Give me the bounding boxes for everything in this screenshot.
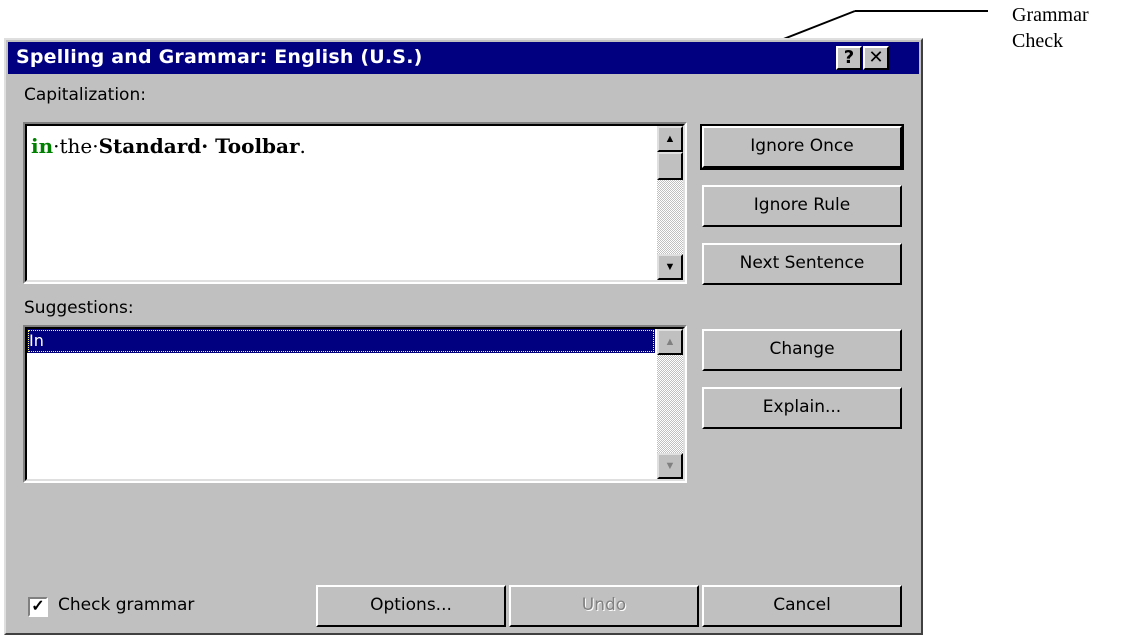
next-sentence-button[interactable]: Next Sentence	[702, 243, 902, 285]
suggestion-item[interactable]: In	[27, 329, 655, 353]
check-grammar-checkbox[interactable]: ✓	[28, 597, 48, 617]
close-button[interactable]: ✕	[863, 46, 889, 70]
help-icon: ?	[843, 47, 855, 68]
annotation-line-2: Check	[1012, 30, 1064, 52]
suggestions-label: Suggestions:	[24, 298, 134, 318]
suggestions-scroll-down-button[interactable]: ▼	[657, 453, 683, 479]
sentence-middle: ·the·	[53, 134, 99, 158]
spelling-grammar-dialog: Spelling and Grammar: English (U.S.) ? ✕…	[4, 38, 923, 635]
sentence-text: in·the·Standard· Toolbar.	[31, 134, 306, 158]
cancel-button[interactable]: Cancel	[702, 585, 902, 627]
scroll-down-icon: ▼	[664, 460, 676, 472]
undo-button[interactable]: Undo	[509, 585, 699, 627]
dialog-title: Spelling and Grammar: English (U.S.)	[16, 46, 423, 68]
suggestions-list[interactable]: In ▲ ▼	[23, 325, 687, 483]
issue-label: Capitalization:	[24, 85, 146, 105]
sentence-box[interactable]: in·the·Standard· Toolbar. ▲ ▼	[23, 122, 687, 284]
sentence-bold: Standard· Toolbar	[98, 134, 300, 158]
error-word: in	[31, 134, 54, 158]
ignore-once-button[interactable]: Ignore Once	[700, 124, 904, 170]
scroll-up-button[interactable]: ▲	[657, 126, 683, 152]
explain-button[interactable]: Explain...	[702, 387, 902, 429]
annotation-label: Grammar Check	[1012, 2, 1089, 54]
close-icon: ✕	[868, 47, 884, 68]
options-button[interactable]: Options...	[316, 585, 506, 627]
help-button[interactable]: ?	[836, 46, 862, 70]
scroll-thumb[interactable]	[657, 152, 683, 180]
suggestions-scroll-up-button[interactable]: ▲	[657, 329, 683, 355]
ignore-rule-button[interactable]: Ignore Rule	[702, 185, 902, 227]
title-bar[interactable]: Spelling and Grammar: English (U.S.) ? ✕	[8, 42, 919, 74]
checkmark-icon: ✓	[31, 598, 45, 615]
sentence-scrollbar[interactable]: ▲ ▼	[657, 126, 683, 280]
scroll-up-icon: ▲	[664, 336, 676, 348]
scroll-down-icon: ▼	[664, 261, 676, 273]
suggestions-scrollbar[interactable]: ▲ ▼	[657, 329, 683, 479]
scroll-down-button[interactable]: ▼	[657, 254, 683, 280]
sentence-end: .	[299, 134, 306, 158]
annotation-line-1: Grammar	[1012, 4, 1089, 26]
change-button[interactable]: Change	[702, 329, 902, 371]
check-grammar-label[interactable]: Check grammar	[58, 595, 194, 615]
scroll-up-icon: ▲	[664, 133, 676, 145]
